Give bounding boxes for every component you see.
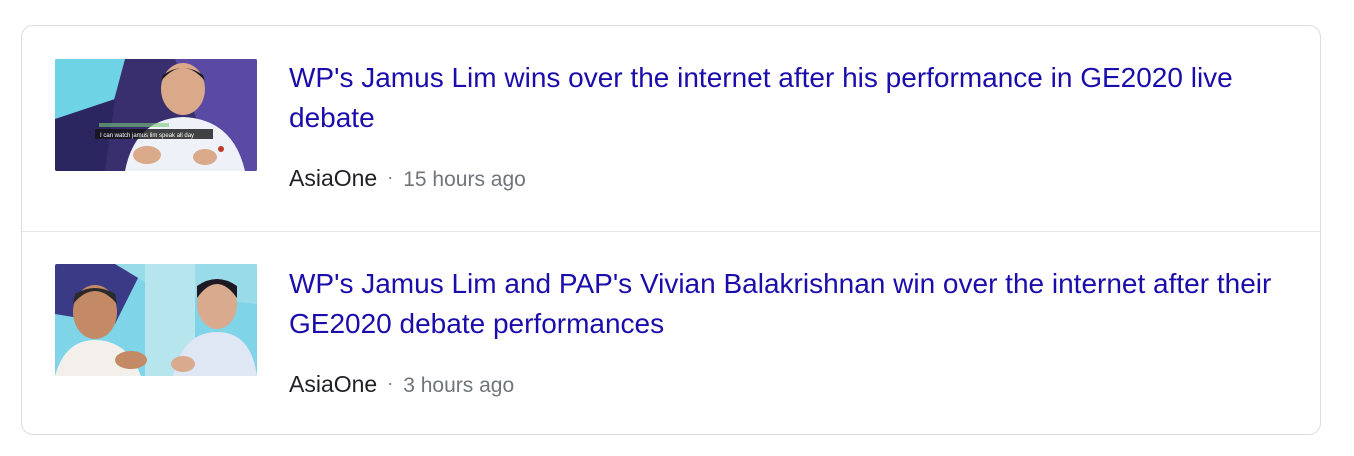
news-thumbnail-image: I can watch jamus lim speak all day [55,59,257,171]
news-results-card: I can watch jamus lim speak all day WP's… [21,25,1321,435]
news-time: 15 hours ago [403,168,526,191]
news-time: 3 hours ago [403,374,515,397]
news-thumbnail-image [55,264,257,376]
news-thumbnail[interactable] [55,264,257,376]
news-result-item[interactable]: I can watch jamus lim speak all day WP's… [22,26,1320,231]
news-headline[interactable]: WP's Jamus Lim and PAP's Vivian Balakris… [289,264,1289,344]
news-meta: AsiaOne · 3 hours ago [289,368,514,402]
news-thumbnail[interactable]: I can watch jamus lim speak all day [55,59,257,171]
thumbnail-caption: I can watch jamus lim speak all day [100,133,194,139]
news-result-item[interactable]: WP's Jamus Lim and PAP's Vivian Balakris… [22,231,1320,434]
news-source: AsiaOne [289,165,378,191]
news-meta: AsiaOne · 15 hours ago [289,162,526,196]
news-source: AsiaOne [289,371,378,397]
separator-dot: · [387,373,394,393]
news-headline[interactable]: WP's Jamus Lim wins over the internet af… [289,58,1289,138]
separator-dot: · [387,167,394,187]
